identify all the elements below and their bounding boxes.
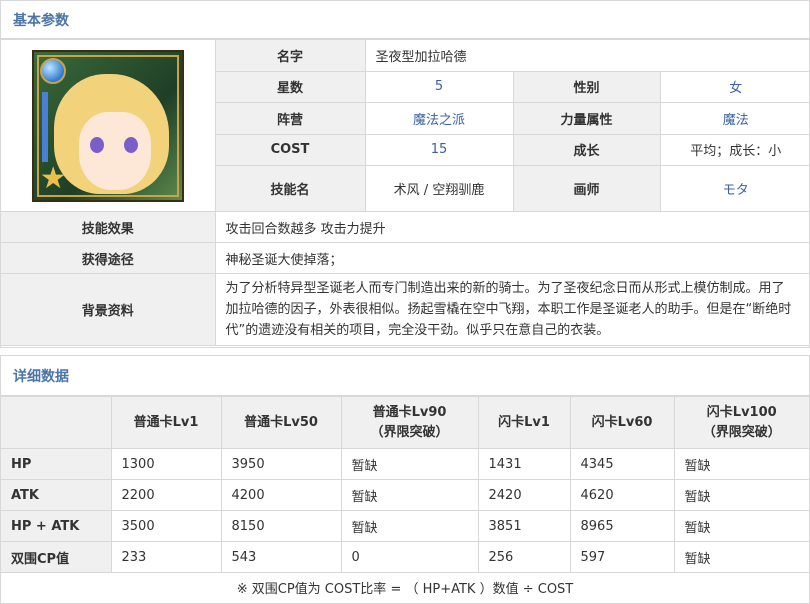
table-cell: 597 xyxy=(569,541,675,573)
table-cell: 256 xyxy=(477,541,571,573)
detail-data-panel: 详细数据 普通卡Lv1 普通卡Lv50 普通卡Lv90 （界限突破） 闪卡Lv1 … xyxy=(0,355,810,604)
obtain-value: 神秘圣诞大使掉落； xyxy=(215,242,810,274)
table-row: ★ 名字 圣夜型加拉哈德 xyxy=(1,39,810,212)
portrait-cell: ★ xyxy=(1,39,216,212)
basic-params-table: ★ 名字 圣夜型加拉哈德 星数 5 性别 女 阵营 魔法之派 力量属性 魔法 C… xyxy=(1,39,810,346)
power-label: 力量属性 xyxy=(513,102,661,135)
power-value[interactable]: 魔法 xyxy=(660,102,810,135)
obtain-label: 获得途径 xyxy=(1,242,216,274)
growth-label: 成长 xyxy=(513,133,661,167)
table-row: 技能效果 攻击回合数越多 攻击力提升 xyxy=(1,211,810,243)
table-cell: 3851 xyxy=(477,510,571,542)
cp-formula-note: ※ 双围CP值为 COST比率 = （ HP+ATK ）数值 ÷ COST xyxy=(1,572,809,602)
table-cell: 暂缺 xyxy=(340,448,479,480)
table-cell: 暂缺 xyxy=(340,479,479,511)
col-header-shiny-lv100: 闪卡Lv100 （界限突破） xyxy=(673,396,809,449)
camp-label: 阵营 xyxy=(215,102,366,135)
detail-data-header: 详细数据 xyxy=(1,356,809,396)
name-value: 圣夜型加拉哈德 xyxy=(365,39,810,72)
row-label-atk: ATK xyxy=(1,479,112,511)
cost-label: COST xyxy=(215,133,366,167)
table-row: ※ 双围CP值为 COST比率 = （ HP+ATK ）数值 ÷ COST xyxy=(1,572,809,602)
basic-params-panel: 基本参数 ★ 名字 圣夜型加拉哈德 星数 5 性别 女 阵营 魔法之派 力量属性… xyxy=(0,0,810,348)
table-cell: 暂缺 xyxy=(673,541,809,573)
stars-value[interactable]: 5 xyxy=(365,70,514,104)
table-cell: 4620 xyxy=(569,479,675,511)
growth-value: 平均；成长：小 xyxy=(660,133,810,167)
gender-label: 性别 xyxy=(513,70,661,104)
cost-value[interactable]: 15 xyxy=(365,133,514,167)
row-label-hp-atk: HP + ATK xyxy=(1,510,112,542)
effect-label: 技能效果 xyxy=(1,211,216,243)
name-label: 名字 xyxy=(215,39,366,72)
detail-data-title: 详细数据 xyxy=(13,368,69,385)
table-cell: 1300 xyxy=(110,448,222,480)
camp-value[interactable]: 魔法之派 xyxy=(365,102,514,135)
col-header-normal-lv90: 普通卡Lv90 （界限突破） xyxy=(340,396,479,449)
row-label-hp: HP xyxy=(1,448,112,480)
table-cell: 暂缺 xyxy=(673,448,809,480)
table-row: 双围CP值 233 543 0 256 597 暂缺 xyxy=(1,541,809,573)
table-cell: 1431 xyxy=(477,448,571,480)
table-cell: 3950 xyxy=(220,448,342,480)
table-cell: 8150 xyxy=(220,510,342,542)
table-row: HP 1300 3950 暂缺 1431 4345 暂缺 xyxy=(1,448,809,480)
table-cell: 暂缺 xyxy=(673,510,809,542)
effect-value: 攻击回合数越多 攻击力提升 xyxy=(215,211,810,243)
table-cell: 4200 xyxy=(220,479,342,511)
gender-value[interactable]: 女 xyxy=(660,70,810,104)
table-cell: 233 xyxy=(110,541,222,573)
col-header-shiny-lv60: 闪卡Lv60 xyxy=(569,396,675,449)
table-row: 背景资料 为了分析特异型圣诞老人而专门制造出来的新的骑士。为了圣夜纪念日而从形式… xyxy=(1,273,810,346)
table-cell: 8965 xyxy=(569,510,675,542)
table-row: HP + ATK 3500 8150 暂缺 3851 8965 暂缺 xyxy=(1,510,809,542)
artist-label: 画师 xyxy=(513,165,661,212)
table-cell: 0 xyxy=(340,541,479,573)
background-label: 背景资料 xyxy=(1,273,216,346)
table-row: ATK 2200 4200 暂缺 2420 4620 暂缺 xyxy=(1,479,809,511)
table-header-row: 普通卡Lv1 普通卡Lv50 普通卡Lv90 （界限突破） 闪卡Lv1 闪卡Lv6… xyxy=(1,396,809,449)
character-portrait-icon: ★ xyxy=(31,49,184,202)
stars-label: 星数 xyxy=(215,70,366,104)
table-row: 获得途径 神秘圣诞大使掉落； xyxy=(1,242,810,274)
artist-value[interactable]: モタ xyxy=(660,165,810,212)
table-cell: 2200 xyxy=(110,479,222,511)
basic-params-header: 基本参数 xyxy=(1,1,809,39)
corner-header xyxy=(1,396,112,449)
col-header-shiny-lv1: 闪卡Lv1 xyxy=(477,396,571,449)
table-cell: 4345 xyxy=(569,448,675,480)
detail-data-table: 普通卡Lv1 普通卡Lv50 普通卡Lv90 （界限突破） 闪卡Lv1 闪卡Lv6… xyxy=(1,396,809,602)
skill-label: 技能名 xyxy=(215,165,366,212)
table-cell: 暂缺 xyxy=(340,510,479,542)
col-header-normal-lv50: 普通卡Lv50 xyxy=(220,396,342,449)
background-value: 为了分析特异型圣诞老人而专门制造出来的新的骑士。为了圣夜纪念日而从形式上模仿制成… xyxy=(215,273,810,346)
table-cell: 暂缺 xyxy=(673,479,809,511)
table-cell: 3500 xyxy=(110,510,222,542)
col-header-normal-lv1: 普通卡Lv1 xyxy=(110,396,222,449)
table-cell: 543 xyxy=(220,541,342,573)
basic-params-title: 基本参数 xyxy=(13,12,69,29)
skill-value: 术风 / 空翔驯鹿 xyxy=(365,165,514,212)
row-label-cp: 双围CP值 xyxy=(1,541,112,573)
table-cell: 2420 xyxy=(477,479,571,511)
